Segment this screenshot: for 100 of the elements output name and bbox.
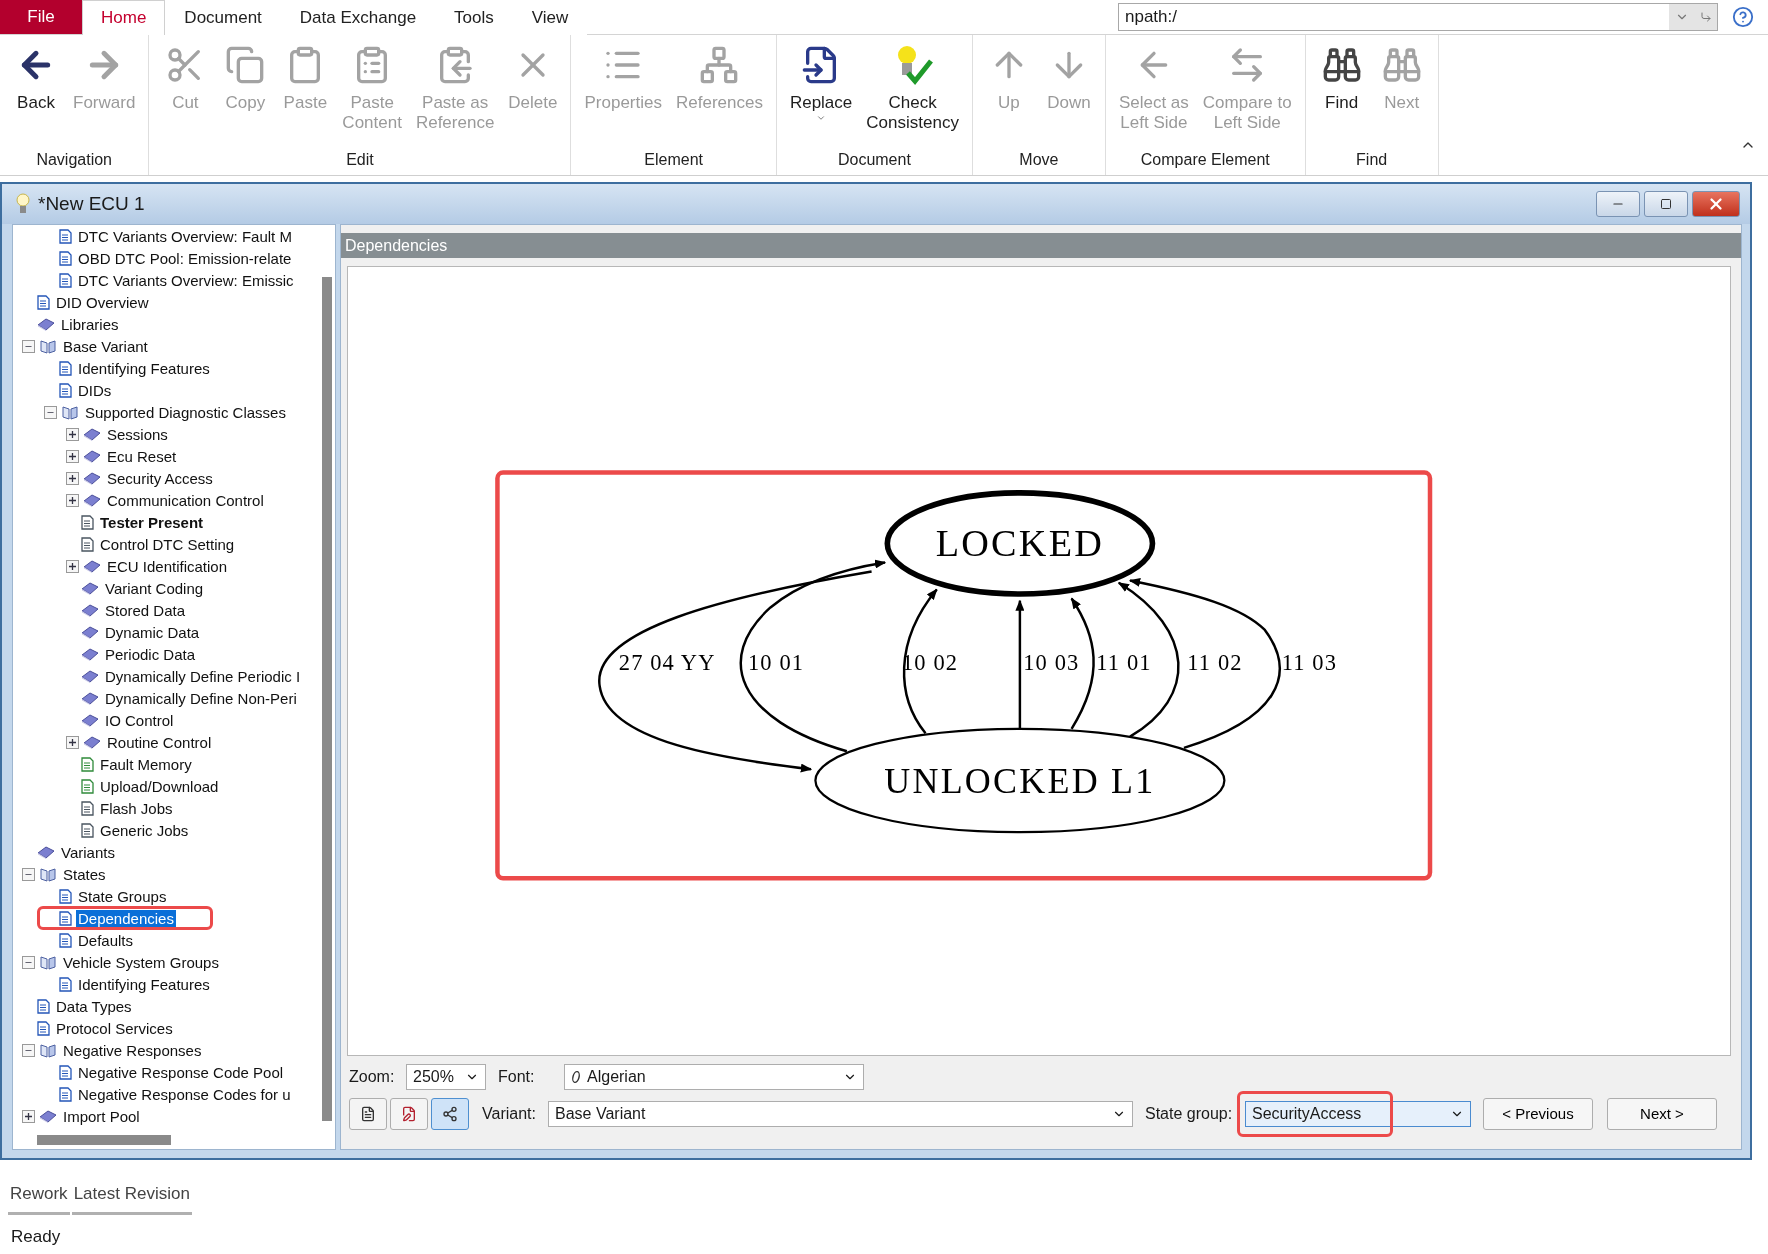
group-label: Element (643, 150, 705, 170)
tree-item[interactable]: Communication Control (105, 491, 266, 509)
tree-item[interactable]: Identifying Features (76, 359, 212, 377)
tree-item[interactable]: DTC Variants Overview: Fault M (76, 227, 294, 245)
maximize-button[interactable] (1644, 191, 1688, 217)
expand-icon[interactable] (66, 735, 79, 749)
tree-item[interactable]: Libraries (59, 315, 121, 333)
tree-item[interactable]: OBD DTC Pool: Emission-relate (76, 249, 294, 267)
tree-item[interactable]: Negative Response Code Pool (76, 1063, 286, 1081)
collapse-icon[interactable] (22, 867, 35, 881)
tree-item[interactable]: DTC Variants Overview: Emissic (76, 271, 296, 289)
tree-item[interactable]: DIDs (76, 381, 114, 399)
tree-item[interactable]: Variant Coding (103, 579, 206, 597)
tree-item[interactable]: Data Types (54, 997, 134, 1015)
book-icon (81, 602, 99, 618)
variant-select[interactable]: Base Variant (548, 1100, 1133, 1127)
tree-item[interactable]: Negative Response Codes for u (76, 1085, 293, 1103)
expand-icon[interactable] (22, 1109, 35, 1123)
book-icon (81, 624, 99, 640)
references-icon (699, 45, 740, 85)
tree-item[interactable]: Dependencies (76, 909, 176, 927)
collapse-icon[interactable] (22, 1043, 35, 1057)
tree-item[interactable]: Protocol Services (54, 1019, 175, 1037)
tree-item[interactable]: ECU Identification (105, 557, 230, 575)
group-label: Move (1018, 150, 1060, 170)
tree-item[interactable]: Generic Jobs (98, 821, 191, 839)
bottom-tab[interactable]: Latest Revision (71, 1180, 192, 1215)
tree-item[interactable]: Routine Control (105, 733, 214, 751)
tree-item[interactable]: State Groups (76, 887, 169, 905)
group-label: Document (836, 150, 912, 170)
ribbon-button[interactable]: Check Consistency (859, 43, 966, 145)
tree-item[interactable]: States (61, 865, 108, 883)
tree-item[interactable]: Supported Diagnostic Classes (83, 403, 288, 421)
tree-item[interactable]: Upload/Download (98, 777, 221, 795)
document-icon (81, 514, 94, 530)
book-icon (83, 426, 101, 442)
path-field[interactable]: npath:/ (1118, 3, 1718, 31)
state-label: UNLOCKED L1 (884, 761, 1156, 801)
state-group-select[interactable]: SecurityAccess (1245, 1100, 1471, 1127)
expand-icon[interactable] (66, 427, 79, 441)
tree-item[interactable]: Periodic Data (103, 645, 198, 663)
go-icon[interactable] (1699, 11, 1712, 23)
expand-icon[interactable] (66, 471, 79, 485)
expand-icon[interactable] (66, 449, 79, 463)
zoom-select[interactable]: 250% (406, 1063, 486, 1090)
tree-item[interactable]: Tester Present (98, 513, 206, 531)
tree-item[interactable]: Stored Data (103, 601, 188, 619)
ribbon-button[interactable]: Find (1311, 43, 1372, 145)
status-text: Ready (11, 1227, 62, 1247)
nav-button[interactable]: Next > (1607, 1097, 1717, 1130)
document-icon (59, 976, 72, 992)
tree-item[interactable]: Ecu Reset (105, 447, 179, 465)
tree-item[interactable]: Import Pool (61, 1107, 142, 1125)
book-icon (83, 734, 101, 750)
tree-item[interactable]: Variants (59, 843, 117, 861)
font-select[interactable]: Algerian (564, 1063, 864, 1090)
ribbon-button[interactable]: Back (6, 43, 66, 145)
help-icon[interactable] (1732, 6, 1754, 28)
tree-item[interactable]: Base Variant (61, 337, 150, 355)
field-label: Font: (498, 1067, 536, 1086)
tree-item[interactable]: Control DTC Setting (98, 535, 237, 553)
tree-item[interactable]: Flash Jobs (98, 799, 175, 817)
tree-item[interactable]: Security Access (105, 469, 215, 487)
tree-item[interactable]: IO Control (103, 711, 176, 729)
ribbon-tab[interactable]: Home (82, 0, 166, 35)
tree-item[interactable]: Identifying Features (76, 975, 212, 993)
document-icon (59, 250, 72, 266)
view-toggle[interactable] (349, 1097, 387, 1130)
document-icon (37, 294, 50, 310)
tree-item[interactable]: Vehicle System Groups (61, 953, 221, 971)
close-icon (1707, 195, 1725, 213)
tree-item[interactable]: Defaults (76, 931, 136, 949)
collapse-icon[interactable] (44, 405, 57, 419)
bottom-tab[interactable]: Rework (8, 1180, 70, 1215)
book-icon (81, 646, 99, 662)
close-button[interactable] (1692, 191, 1740, 217)
document-icon (59, 888, 72, 904)
tree-item[interactable]: Fault Memory (98, 755, 194, 773)
document-icon (81, 778, 94, 794)
ribbon-button[interactable]: Replace (782, 43, 860, 145)
tree-item[interactable]: Negative Responses (61, 1041, 204, 1059)
tree-item[interactable]: Dynamically Define Periodic I (103, 667, 303, 685)
expand-icon[interactable] (66, 493, 79, 507)
book-icon (81, 690, 99, 706)
view-toggle[interactable] (390, 1097, 428, 1130)
view-toggle[interactable] (431, 1097, 469, 1130)
nav-button[interactable]: < Previous (1483, 1097, 1593, 1130)
tree-item[interactable]: Dynamic Data (103, 623, 202, 641)
collapse-icon[interactable] (22, 955, 35, 969)
document-icon (59, 382, 72, 398)
document-icon (59, 932, 72, 948)
lightbulb-icon (16, 193, 30, 215)
tree-item[interactable]: DID Overview (54, 293, 151, 311)
file-tab[interactable]: File (0, 0, 82, 34)
collapse-icon[interactable] (22, 339, 35, 353)
maximize-icon (1660, 198, 1672, 210)
tree-item[interactable]: Dynamically Define Non-Peri (103, 689, 299, 707)
expand-icon[interactable] (66, 559, 79, 573)
tree-item[interactable]: Sessions (105, 425, 170, 443)
binoculars-icon (1321, 45, 1362, 85)
